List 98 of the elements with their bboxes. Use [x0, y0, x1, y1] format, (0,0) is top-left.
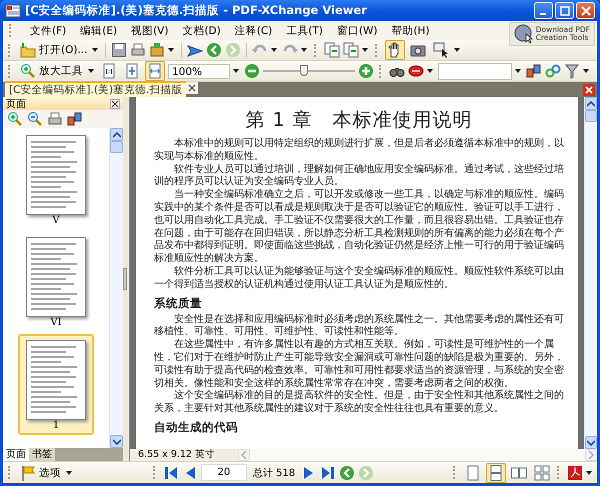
document-tab[interactable]: [C安全编码标准].(美)塞克德.扫描版 [5, 81, 186, 97]
scroll-thumb[interactable] [585, 110, 597, 122]
zoom-out-icon[interactable] [27, 111, 43, 127]
chevron-down-icon [112, 438, 120, 444]
caret-icon[interactable] [362, 48, 368, 52]
page-label: 1 [52, 420, 60, 432]
menu-item[interactable]: 注释(C) [234, 24, 272, 38]
pages-icon[interactable] [324, 42, 340, 58]
open-button[interactable]: 打开(O)... [18, 41, 90, 59]
caret-icon[interactable] [301, 48, 308, 52]
flag-icon[interactable] [20, 464, 36, 480]
window-title: [C安全编码标准].(美)塞克德.扫描版 - PDF-XChange Viewer [25, 3, 368, 18]
minimize-button[interactable] [534, 2, 553, 19]
printer-icon[interactable] [130, 42, 146, 58]
zoom-tool-button[interactable]: 放大工具 [18, 62, 85, 80]
panel-tab[interactable]: 页面 [3, 448, 29, 461]
caret-icon[interactable] [88, 69, 94, 73]
body-paragraph: 当一种安全编码标准确立之后，可以开发或修改一些工具，以确定与标准的顺应性。编码实践中的某个条件是否可以看成是规则取决于是否可以验证它的顺应性。验证可以手工进行，也可以用自动化工具完成。手工验证不仅需要很大的工作量，而且很容易出错。工具验证也存在问题，由于可能存在回归错误，所以静态分析工具检测规则的所有偏离的能力必须在每个产品发布中都得到证明。即使面临这些挑战，自动化验证仍然是经济上惟一可行的用于验证编码标准顺应性的解决方案。 [154, 189, 564, 266]
section-heading: 系统质量 [154, 296, 203, 311]
back-icon[interactable] [339, 464, 356, 480]
caret-icon[interactable] [233, 69, 239, 73]
zoom-slider[interactable] [263, 64, 355, 78]
caret-icon[interactable] [583, 69, 589, 73]
menu-item[interactable]: 文件(F) [30, 24, 66, 38]
body-paragraph: 这个安全编码标准的目的是提高软件的安全性。但是，由于安全性和其他系统属性之间的关系，主要针对其他系统属性的建议对于系统的安全性往往也具有重要的意义。 [154, 390, 564, 416]
page-label: V [52, 215, 60, 227]
page-thumbnail[interactable]: VI [19, 232, 93, 331]
search-field[interactable] [438, 62, 512, 80]
folder-icon[interactable] [20, 42, 36, 58]
body-paragraph: 软件分析工具可以认证为能够验证与这个安全编码标准的顺应性。顺应性软件系统可以由一个得到适当授权的认证机构通过使用认证工具认证为是顺应性的。 [154, 266, 564, 292]
page-thumbnail[interactable]: 1 [18, 334, 94, 435]
scroll-up-button[interactable] [110, 128, 123, 141]
export-pages-icon[interactable] [343, 42, 360, 58]
chevron-down-icon [587, 440, 595, 446]
funnel-icon[interactable] [564, 63, 580, 79]
close-tab-icon[interactable] [186, 82, 198, 94]
maximize-button[interactable] [555, 2, 574, 19]
vertical-scrollbar[interactable] [584, 97, 597, 449]
magnifier-icon[interactable] [20, 63, 36, 79]
close-panel-icon[interactable] [110, 98, 120, 108]
send-icon[interactable] [187, 42, 204, 58]
chevron-left-icon [241, 451, 247, 459]
panel-tab[interactable]: 书签 [29, 448, 55, 461]
chapter-heading: 第 1 章 本标准使用说明 [244, 108, 474, 133]
last-page-icon[interactable] [320, 464, 336, 480]
close-button[interactable] [576, 2, 595, 19]
caret-icon[interactable] [427, 69, 433, 73]
body-paragraph: 本标准中的规则可以用特定组织的规则进行扩展，但是后者必须遵循本标准中的规则，以实现与本标准的顺应性。 [154, 138, 564, 164]
menu-item[interactable]: 工具(T) [286, 24, 323, 38]
chevron-up-icon [112, 132, 120, 138]
caret-icon[interactable] [66, 470, 72, 474]
caret-icon[interactable] [515, 69, 521, 73]
caret-icon[interactable] [454, 48, 460, 52]
close-document-button[interactable] [583, 84, 595, 96]
page-size-label: 6.55 x 9.12 英寸 [137, 449, 216, 461]
menu-item[interactable]: 编辑(E) [80, 24, 118, 38]
body-paragraph: 安全性是在选择和应用编码标准时必须考虑的系统属性之一。其他需要考虑的属性还有可移植性、可靠性、可用性、可维护性、可读性和性能等。 [154, 314, 564, 338]
body-paragraph: 软件专业人员可以通过培训，理解如何正确地应用安全编码标准。通过考试，这些经过培训的程序员可以认证为安全编码专业人员。 [154, 164, 564, 188]
package-icon[interactable] [149, 42, 166, 58]
page-number-field[interactable]: 20 [200, 464, 247, 481]
close-icon [580, 6, 590, 16]
zoom-in-icon[interactable] [7, 111, 23, 127]
vertical-scrollbar[interactable] [109, 128, 123, 448]
body-paragraph: 在这些属性中，有许多属性以有趣的方式相互关联。例如，可读性是可维护性的一个属性，它们对于在维护时防止产生可能导致安全漏洞或可靠性问题的缺陷是极为重要的。另外，可读性有助于提高代码的检查效率。可靠性和可用性都要求适当的资源管理，与系统的安全密切相关。像性能和安全这样的系统属性常常存在冲突，需要考虑两者之间的权衡。 [154, 339, 564, 390]
slider-thumb[interactable] [300, 65, 308, 76]
scroll-thumb[interactable] [110, 141, 123, 153]
save-icon[interactable] [111, 42, 128, 58]
app-icon [5, 2, 21, 18]
close-icon [585, 86, 593, 94]
scroll-down-button[interactable] [110, 435, 123, 448]
pdf-icon[interactable] [567, 464, 584, 480]
splitter-handle[interactable] [123, 268, 127, 290]
section-heading: 自动生成的代码 [154, 420, 239, 435]
page-total: 总计 518 [252, 466, 296, 480]
panel-title: 页面 [6, 98, 26, 110]
first-page-icon[interactable] [162, 464, 179, 480]
chevron-right-icon [588, 451, 594, 459]
printer-icon[interactable] [47, 111, 63, 127]
chevron-up-icon [587, 100, 595, 106]
caret-icon[interactable] [92, 48, 98, 52]
maximize-icon [560, 6, 570, 16]
zoom-out-icon[interactable] [244, 63, 260, 79]
zoom-field[interactable]: 100% [168, 64, 230, 78]
options-button[interactable]: 选项 [18, 464, 63, 482]
scroll-up-button[interactable] [585, 97, 597, 110]
minimize-icon [540, 13, 546, 15]
menu-item[interactable]: 文档(D) [182, 24, 221, 38]
caret-icon[interactable] [586, 470, 592, 474]
caret-icon[interactable] [271, 48, 278, 52]
page-label: VI [50, 317, 62, 329]
menu-item[interactable]: 窗口(W) [336, 24, 378, 38]
page-thumbnail[interactable]: V [19, 130, 93, 229]
links-icon[interactable] [545, 63, 561, 79]
menu-item[interactable]: 视图(V) [131, 24, 168, 38]
caret-icon[interactable] [168, 48, 174, 52]
zoom-in-icon[interactable] [358, 63, 374, 79]
menu-item[interactable]: 帮助(H) [391, 24, 430, 38]
scroll-down-button[interactable] [585, 436, 597, 449]
